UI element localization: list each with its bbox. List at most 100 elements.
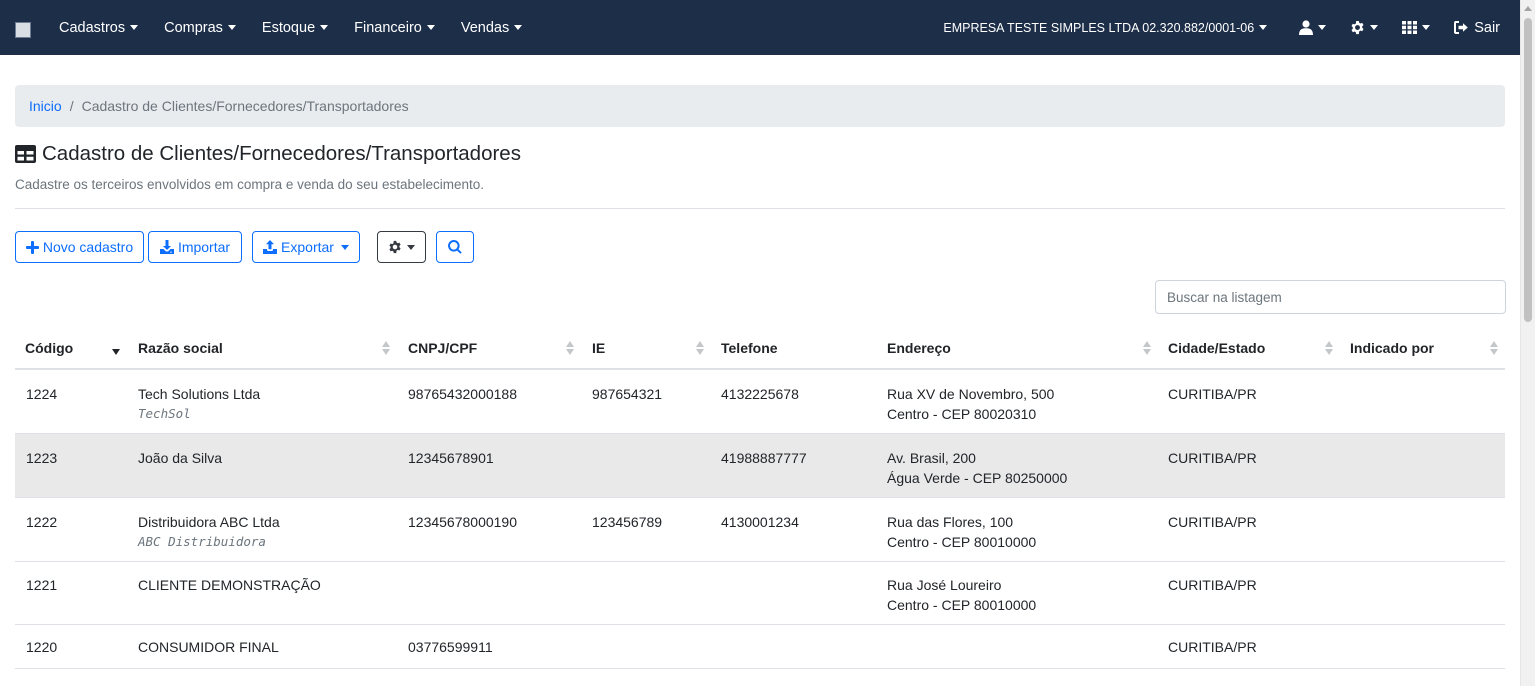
sort-icon[interactable] [382,341,391,356]
column-header-cnpj-cpf[interactable]: CNPJ/CPF [408,328,477,368]
company-name: CONSUMIDOR FINAL [138,639,279,655]
sort-desc-icon[interactable] [112,341,121,356]
address-line-2: Centro - CEP 80010000 [887,534,1037,550]
column-label: Endereço [887,340,951,356]
download-icon [159,240,174,254]
address-line-2: Centro - CEP 80010000 [887,597,1037,613]
breadcrumb-home-link[interactable]: Inicio [29,98,62,114]
column-header-razao-social[interactable]: Razão social [138,328,223,368]
cell-name: Tech Solutions Ltda TechSol [138,384,260,424]
page-title: Cadastro de Clientes/Fornecedores/Transp… [15,142,521,166]
cell-document: 12345678901 [408,450,494,466]
cell-ie: 123456789 [592,514,663,530]
menu-vendas[interactable]: Vendas [448,20,535,36]
column-label: Código [25,340,74,356]
cell-city: CURITIBA/PR [1168,386,1257,402]
column-header-endereco[interactable]: Endereço [887,328,951,368]
cell-name: Distribuidora ABC Ltda ABC Distribuidora [138,512,280,552]
caret-down-icon [130,25,139,30]
table-header: Código Razão social CNPJ/CPF IE Telefone… [15,328,1505,370]
cell-city: CURITIBA/PR [1168,450,1257,466]
menu-label: Vendas [460,19,510,36]
column-header-codigo[interactable]: Código [25,328,73,368]
search-input[interactable] [1155,280,1506,314]
cell-phone: 4132225678 [721,386,799,402]
sort-icon[interactable] [1325,341,1334,356]
cell-name: CLIENTE DEMONSTRAÇÃO [138,575,321,595]
menu-financeiro[interactable]: Financeiro [341,20,448,36]
sort-icon[interactable] [696,341,705,356]
cell-document: 12345678000190 [408,514,518,530]
upload-icon [263,240,278,254]
cell-document: 98765432000188 [408,386,518,402]
cell-city: CURITIBA/PR [1168,577,1257,593]
cell-phone: 4130001234 [721,514,799,530]
cell-name: CONSUMIDOR FINAL [138,637,279,657]
cell-address: Rua das Flores, 100 Centro - CEP 80010000 [887,512,1036,552]
menu-label: Estoque [261,19,316,36]
cell-document: 03776599911 [408,639,493,655]
column-label: Telefone [721,340,778,356]
breadcrumb-separator: / [69,98,74,114]
scroll-up-arrow-icon[interactable] [1524,6,1532,11]
table-row[interactable]: 1221 CLIENTE DEMONSTRAÇÃO Rua José Loure… [15,562,1505,625]
import-button[interactable]: Importar [148,231,242,263]
menu-estoque[interactable]: Estoque [249,20,341,36]
page-scrollbar[interactable] [1520,0,1535,686]
column-header-cidade-estado[interactable]: Cidade/Estado [1168,328,1265,368]
user-icon [1299,20,1314,35]
column-label: CNPJ/CPF [408,340,478,356]
column-header-ie[interactable]: IE [592,328,605,368]
logout-button[interactable]: Sair [1442,20,1508,36]
search-icon [448,240,462,254]
settings-menu-button[interactable] [1338,20,1390,35]
company-selector[interactable]: EMPRESA TESTE SIMPLES LTDA 02.320.882/00… [943,20,1268,35]
cell-city: CURITIBA/PR [1168,639,1257,655]
menu-label: Compras [164,19,223,36]
table-row[interactable]: 1222 Distribuidora ABC Ltda ABC Distribui… [15,498,1505,562]
nickname: ABC Distribuidora [138,534,266,549]
caret-down-icon [407,244,415,250]
settings-dropdown-button[interactable] [377,231,426,263]
user-menu-button[interactable] [1287,20,1338,35]
column-header-telefone[interactable]: Telefone [721,328,778,368]
cell-name: João da Silva [138,448,222,468]
table-row[interactable]: 1223 João da Silva 12345678901 419888877… [15,434,1505,498]
logout-label: Sair [1474,19,1500,36]
sign-out-icon [1454,21,1469,34]
table-row[interactable]: 1224 Tech Solutions Ltda TechSol 98765432… [15,370,1505,434]
logo-image[interactable] [15,22,31,38]
grid-icon [1402,21,1418,34]
column-label: Cidade/Estado [1168,340,1266,356]
caret-down-icon [340,244,349,250]
company-name: Distribuidora ABC Ltda [138,514,280,530]
scroll-thumb[interactable] [1524,18,1532,322]
cell-address: Av. Brasil, 200 Água Verde - CEP 80250000 [887,448,1067,488]
breadcrumb-current: Cadastro de Clientes/Fornecedores/Transp… [81,98,409,114]
nickname: TechSol [138,406,191,421]
apps-menu-button[interactable] [1390,21,1442,34]
sort-icon[interactable] [1143,341,1152,356]
sort-icon[interactable] [566,341,575,356]
top-navbar: Cadastros Compras Estoque Financeiro Ven… [0,0,1520,55]
cell-address: Rua XV de Novembro, 500 Centro - CEP 8002… [887,384,1054,424]
export-button[interactable]: Exportar [252,231,360,263]
menu-compras[interactable]: Compras [151,20,249,36]
cell-city: CURITIBA/PR [1168,514,1257,530]
company-name: Tech Solutions Ltda [138,386,261,402]
menu-cadastros[interactable]: Cadastros [46,20,151,36]
sort-icon[interactable] [1490,341,1499,356]
breadcrumb: Inicio / Cadastro de Clientes/Fornecedor… [15,85,1505,127]
table-row[interactable]: 1220 CONSUMIDOR FINAL 03776599911 CURITI… [15,625,1505,669]
menu-label: Cadastros [59,19,126,36]
search-toggle-button[interactable] [436,231,474,263]
caret-down-icon [320,25,329,30]
divider [15,208,1505,209]
export-label: Exportar [281,239,334,255]
address-line-2: Centro - CEP 80020310 [887,406,1037,422]
cell-code: 1220 [26,639,58,655]
column-header-indicado-por[interactable]: Indicado por [1350,328,1434,368]
new-record-button[interactable]: Novo cadastro [15,231,144,263]
company-name: EMPRESA TESTE SIMPLES LTDA 02.320.882/00… [943,20,1255,35]
plus-icon [25,240,39,254]
